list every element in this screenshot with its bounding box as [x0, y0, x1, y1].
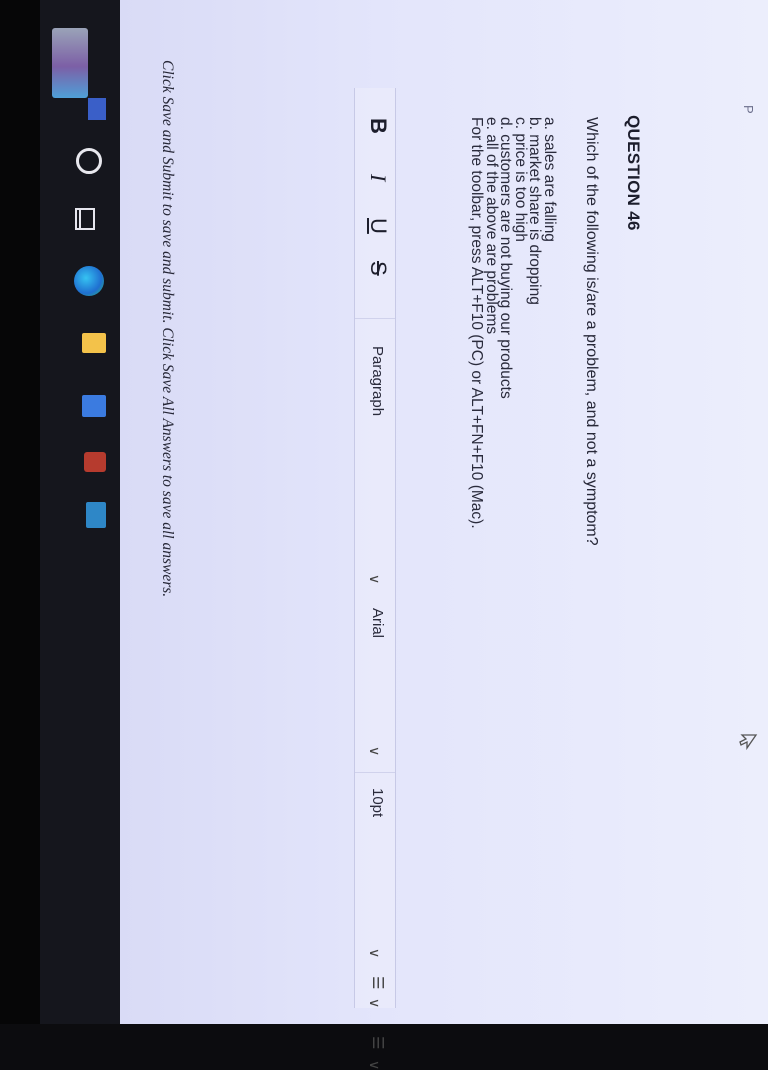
- toolbar-divider: [355, 772, 395, 773]
- save-instructions: Click Save and Submit to save and submit…: [159, 60, 176, 598]
- bold-button[interactable]: B: [365, 118, 391, 134]
- font-size-select[interactable]: 10pt: [369, 788, 386, 817]
- option-d: d. customers are not buying our products: [497, 117, 515, 399]
- option-a: a. sales are falling: [541, 117, 558, 242]
- question-title: QUESTION 46: [624, 115, 643, 231]
- bullet-list-chevron-icon[interactable]: ∨: [366, 998, 383, 1008]
- rotated-content: P QUESTION 46 Which of the following is/…: [0, 0, 768, 1070]
- question-prompt: Which of the following is/are a problem,…: [583, 117, 600, 546]
- answer-options: a. sales are falling b. market share is …: [468, 117, 559, 529]
- paragraph-chevron-icon[interactable]: ∨: [366, 574, 383, 584]
- option-c: c. price is too high: [512, 117, 529, 242]
- mouse-cursor-icon: [739, 734, 758, 751]
- option-e: e. all of the above are problems: [483, 117, 500, 335]
- numbered-list-icon[interactable]: ☰: [369, 1036, 387, 1049]
- font-select[interactable]: Arial: [369, 608, 386, 638]
- italic-button[interactable]: I: [365, 174, 391, 181]
- rich-text-toolbar: B I U S Paragraph ∨ Arial ∨ 10pt ∨ ☰ ∨ ☰…: [354, 88, 396, 1070]
- toolbar-divider: [355, 318, 395, 319]
- paragraph-select[interactable]: Paragraph: [369, 346, 386, 416]
- option-b: b. market share is dropping: [526, 117, 544, 305]
- underline-button[interactable]: U: [365, 218, 391, 234]
- tab-label[interactable]: P: [741, 105, 756, 114]
- font-chevron-icon[interactable]: ∨: [366, 746, 383, 756]
- bullet-list-icon[interactable]: ☰: [369, 976, 387, 989]
- size-chevron-icon[interactable]: ∨: [366, 948, 383, 958]
- toolbar-hint: For the toolbar, press ALT+F10 (PC) or A…: [468, 117, 486, 529]
- numbered-list-chevron-icon[interactable]: ∨: [366, 1060, 383, 1070]
- strikethrough-button[interactable]: S: [365, 261, 391, 276]
